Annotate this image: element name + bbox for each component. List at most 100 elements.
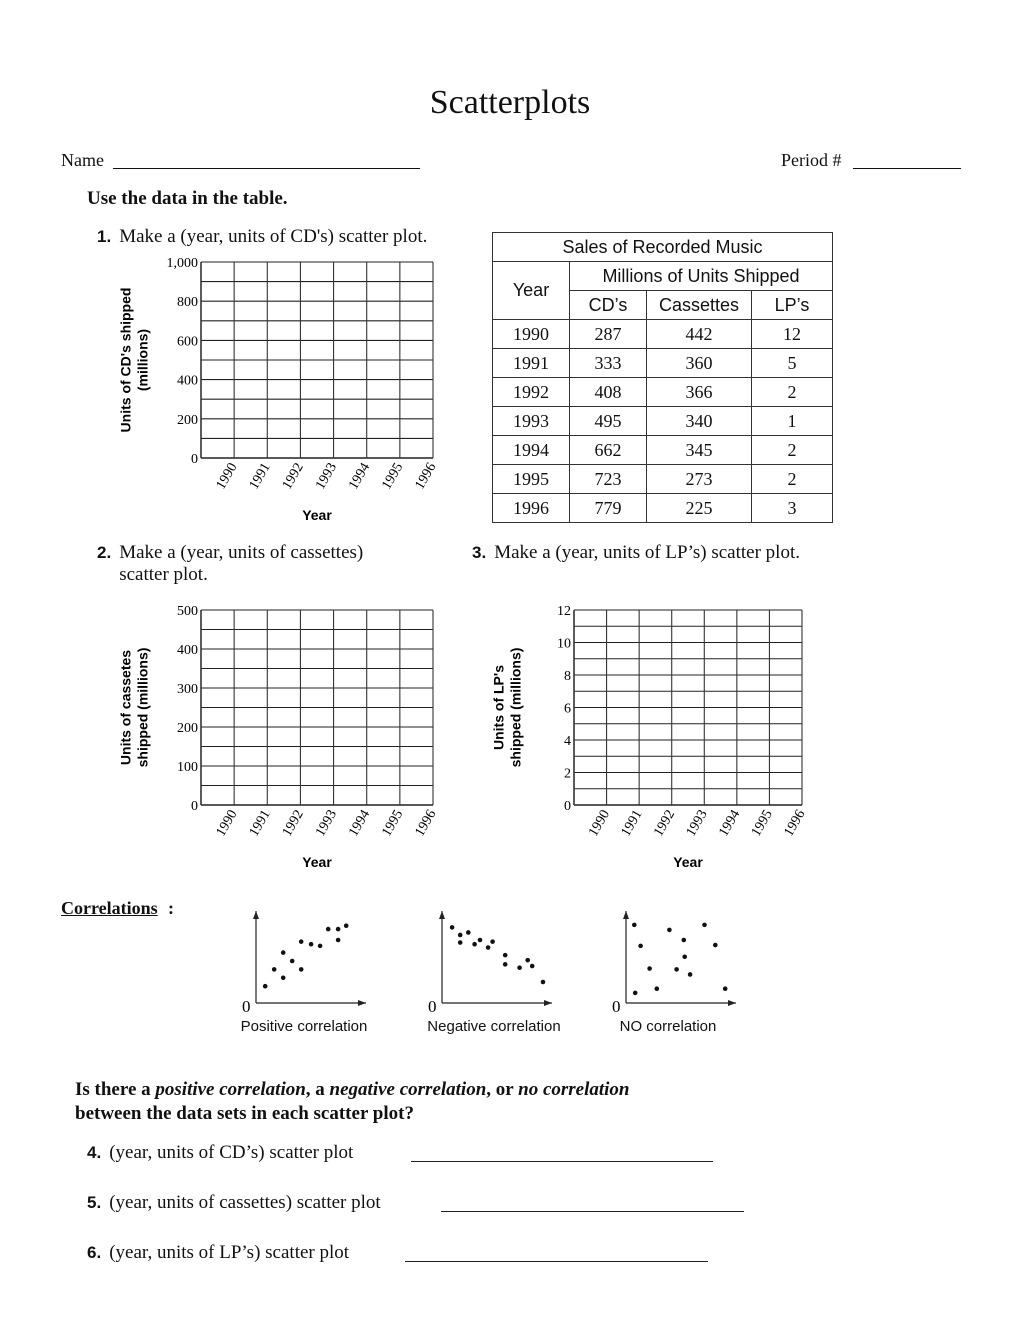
data-point [529, 963, 535, 969]
cd-scatter-plot[interactable]: 02004006008001,0001990 1991 1992 1993 1994 19… [110, 250, 470, 530]
cassettes-cell: 340 [646, 406, 752, 436]
lp-scatter-plot[interactable]: 0 2 4 6 8 10 12 1990 1991 1992 1993 1994 1995 1996 Yea… [490, 598, 830, 873]
data-point [280, 975, 286, 981]
x-tick-label: 1993 [313, 461, 340, 493]
x-axis-title: Year [302, 507, 332, 523]
year-cell: 1990 [492, 319, 570, 349]
lps-header: LP’s [751, 290, 833, 320]
data-point [457, 940, 463, 945]
table-row: 1993 495 340 1 [492, 406, 833, 436]
y-tick-label: 0 [564, 799, 571, 814]
lps-cell: 2 [751, 377, 833, 407]
x-tick-label: 1990 [214, 808, 241, 840]
positive-correlation-caption: Positive correlation [240, 1018, 368, 1035]
lps-cell: 3 [751, 493, 833, 523]
year-cell: 1991 [492, 348, 570, 378]
answer-number: 4. [87, 1143, 102, 1162]
x-tick-label: 1990 [214, 461, 241, 493]
y-axis-title: shipped (millions) [135, 648, 151, 768]
data-point [308, 941, 314, 947]
lps-cell: 1 [751, 406, 833, 436]
x-axis-arrow-icon [544, 1000, 552, 1006]
data-point [485, 945, 491, 950]
name-field[interactable] [113, 168, 420, 169]
x-tick-label: 1991 [247, 808, 274, 840]
question-3: 3. Make a (year, units of LP’s) scatter p… [472, 542, 800, 564]
y-tick-label: 10 [557, 637, 571, 652]
prompt-text: between the data sets in each scatter pl… [75, 1103, 414, 1124]
cds-cell: 287 [569, 319, 647, 349]
y-tick-label: 300 [177, 682, 198, 697]
prompt-text: , a [305, 1079, 330, 1100]
prompt-negative: negative correlation [329, 1079, 487, 1100]
cds-cell: 723 [569, 464, 647, 494]
table-row: 1992 408 366 2 [492, 377, 833, 407]
data-point [681, 937, 687, 943]
question-text: Make a (year, units of LP’s) scatter plo… [494, 542, 800, 563]
year-cell: 1996 [492, 493, 570, 523]
y-tick-label: 0 [191, 452, 198, 467]
origin-label: 0 [428, 997, 437, 1016]
cds-header: CD’s [569, 290, 647, 320]
y-axis-title: (millions) [135, 329, 151, 391]
y-tick-label: 600 [177, 334, 198, 349]
prompt-positive: positive correlation [155, 1079, 306, 1100]
y-tick-label: 12 [557, 604, 571, 619]
data-point [540, 979, 546, 985]
table-row: 1991 333 360 5 [492, 348, 833, 378]
cassettes-cell: 360 [646, 348, 752, 378]
answer-4-field[interactable] [411, 1160, 713, 1162]
y-tick-label: 200 [177, 413, 198, 428]
question-2: 2. Make a (year, units of cassettes) scat… [97, 542, 427, 586]
data-point [647, 966, 652, 971]
question-text: Make a (year, units of CD's) scatter plo… [119, 226, 428, 247]
answer-5-field[interactable] [441, 1210, 744, 1212]
x-tick-label: 1995 [379, 808, 406, 840]
question-number: 1. [97, 227, 112, 246]
answer-6-field[interactable] [405, 1260, 708, 1262]
data-point [472, 941, 477, 947]
y-axis-title: Units of CD's shipped [118, 288, 134, 433]
y-tick-label: 500 [177, 604, 198, 619]
y-tick-label: 6 [564, 702, 571, 717]
data-point [687, 972, 693, 977]
origin-label: 0 [612, 997, 621, 1016]
x-tick-label: 1991 [619, 808, 646, 840]
cassettes-header: Cassettes [646, 290, 752, 320]
correlation-question: Is there a positive correlation, a negat… [75, 1078, 795, 1126]
x-tick-label: 1992 [280, 461, 307, 493]
correlations-colon: : [168, 898, 174, 918]
answer-number: 5. [87, 1193, 102, 1212]
y-tick-label: 1,000 [167, 256, 199, 271]
x-axis-title: Year [673, 854, 703, 870]
lps-cell: 2 [751, 464, 833, 494]
x-axis-title: Year [302, 854, 332, 870]
data-point [477, 937, 483, 943]
x-tick-label: 1990 [586, 808, 613, 840]
data-point [702, 922, 707, 928]
no-correlation-caption: NO correlation [619, 1018, 717, 1035]
data-point [317, 943, 323, 949]
x-tick-label: 1995 [379, 461, 406, 493]
data-point [298, 967, 304, 972]
y-tick-label: 100 [177, 760, 198, 775]
question-number: 2. [97, 543, 112, 562]
year-cell: 1992 [492, 377, 570, 407]
cassette-scatter-plot[interactable]: 0 100 200 300 400 500 1990 1991 1992 1993 1994 1995… [110, 598, 470, 873]
data-point [280, 950, 286, 955]
cassettes-cell: 366 [646, 377, 752, 407]
prompt-none: no correlation [518, 1079, 630, 1100]
no-correlation-example: 0 [612, 911, 736, 1016]
x-tick-label: 1994 [346, 808, 373, 840]
table-row: 1996 779 225 3 [492, 493, 833, 523]
period-field[interactable] [853, 168, 961, 169]
table-row: 1990 287 442 12 [492, 319, 833, 349]
y-tick-label: 800 [177, 295, 198, 310]
x-tick-label: 1995 [749, 808, 776, 840]
answer-row-4: 4. (year, units of CD’s) scatter plot [87, 1142, 353, 1164]
data-point [502, 952, 508, 958]
prompt-text: Is there a [75, 1079, 156, 1100]
table-row: 1995 723 273 2 [492, 464, 833, 494]
data-point [632, 990, 638, 996]
data-point [298, 939, 304, 944]
